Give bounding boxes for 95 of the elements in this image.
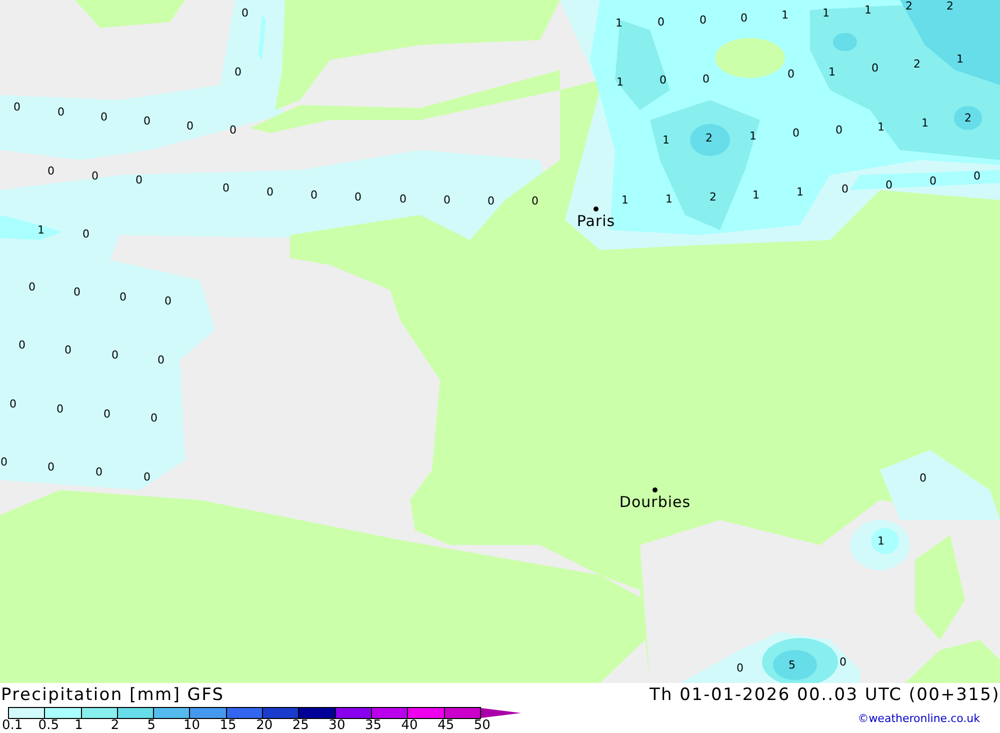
precipitation-value: 1 [782, 10, 788, 20]
precipitation-value: 0 [74, 286, 80, 298]
precipitation-value: 0 [788, 68, 794, 80]
precipitation-value: 0 [840, 656, 846, 668]
legend-label: 0.1 [2, 719, 24, 733]
precipitation-value: 1 [662, 134, 670, 146]
precipitation-value: 1 [822, 8, 830, 18]
precipitation-value: 0 [700, 14, 706, 26]
precipitation-value: 0 [144, 472, 150, 482]
precipitation-value: 0 [58, 106, 64, 118]
credit-link[interactable]: ©weatheronline.co.uk [858, 712, 980, 725]
precipitation-value: 1 [38, 224, 44, 236]
legend-label: 1 [74, 719, 84, 733]
precipitation-value: 0 [886, 180, 892, 190]
precipitation-value: 0 [974, 170, 980, 182]
precipitation-value: 0 [702, 74, 710, 84]
precipitation-value: 1 [878, 536, 884, 546]
precipitation-value: 0 [104, 408, 110, 420]
precipitation-value: 0 [532, 196, 538, 206]
precipitation-value: 0 [842, 184, 848, 194]
legend-label: 10 [183, 719, 202, 733]
precipitation-value: 0 [660, 74, 666, 86]
precipitation-value: 0 [354, 192, 362, 202]
precipitation-value: 5 [788, 660, 796, 670]
precipitation-value: 0 [82, 228, 90, 240]
precipitation-value: 0 [64, 344, 72, 356]
legend-label: 45 [438, 719, 456, 733]
legend-label: 40 [401, 719, 419, 733]
legend-label: 0.5 [38, 719, 60, 733]
precipitation-value: 0 [222, 182, 230, 194]
precipitation-value: 0 [736, 662, 744, 674]
precipitation-value: 0 [310, 190, 318, 200]
precipitation-value: 0 [92, 170, 98, 182]
legend-label: 35 [364, 719, 383, 733]
precipitation-value: 1 [796, 186, 804, 198]
precipitation-value: 0 [872, 62, 878, 74]
legend-label: 25 [292, 719, 310, 733]
precipitation-value: 0 [48, 166, 54, 176]
precipitation-value: 0 [164, 296, 172, 306]
precipitation-value: 0 [56, 404, 64, 414]
precipitation-value: 1 [616, 76, 624, 88]
precipitation-value: 0 [28, 282, 36, 292]
precipitation-value: 2 [964, 112, 972, 124]
precipitation-value: 1 [750, 130, 756, 142]
chart-title: Precipitation [mm] GFS [1, 685, 224, 705]
precipitation-value: 0 [136, 174, 142, 186]
legend-label: 20 [256, 719, 274, 733]
precipitation-value: 1 [956, 54, 964, 64]
precipitation-value: 0 [144, 116, 150, 126]
precipitation-value: 0 [444, 194, 450, 206]
precipitation-value: 1 [878, 122, 884, 132]
precipitation-value: 1 [828, 66, 836, 78]
precipitation-value: 2 [946, 0, 954, 12]
precipitation-value: 0 [14, 102, 20, 112]
precipitation-value: 0 [150, 412, 158, 424]
precipitation-value: 0 [10, 398, 16, 410]
legend-label: 30 [328, 719, 346, 733]
valid-time: Th 01-01-2026 00..03 UTC (00+315) [649, 685, 1000, 705]
precipitation-value: 0 [658, 16, 664, 28]
legend-label: 2 [110, 719, 120, 733]
precipitation-value: 0 [120, 292, 126, 302]
precipitation-value: 0 [488, 196, 494, 206]
precipitation-value: 0 [48, 462, 54, 472]
legend-label: 15 [220, 719, 238, 733]
precipitation-value: 0 [792, 128, 800, 138]
precipitation-value: 1 [622, 194, 628, 206]
precipitation-value: 2 [706, 132, 712, 144]
precipitation-value: 2 [914, 58, 920, 70]
precipitation-value: 0 [920, 472, 926, 484]
legend-label: 5 [147, 719, 156, 733]
precipitation-value: 0 [930, 176, 936, 186]
precipitation-value: 0 [158, 354, 164, 366]
precipitation-value: 0 [100, 112, 108, 122]
city-label: Paris [576, 214, 616, 229]
precipitation-value: 0 [186, 120, 194, 132]
precipitation-value: 0 [242, 8, 248, 18]
precipitation-value: 0 [112, 350, 118, 360]
precipitation-value: 0 [96, 466, 102, 478]
precipitation-value: 2 [710, 192, 716, 202]
precipitation-value: 1 [616, 18, 622, 28]
precipitation-value: 1 [864, 4, 872, 16]
precipitation-value: 0 [400, 194, 406, 204]
precipitation-value: 0 [0, 456, 8, 468]
precipitation-value: 1 [922, 118, 928, 128]
city-label: Dourbies [619, 495, 691, 510]
precipitation-value: 0 [266, 186, 274, 198]
precipitation-value: 0 [740, 12, 748, 24]
precipitation-value: 1 [752, 190, 760, 200]
precipitation-value: 0 [18, 340, 26, 350]
precipitation-value: 0 [230, 124, 236, 136]
precipitation-value: 1 [666, 194, 672, 204]
precipitation-value: 0 [234, 66, 242, 78]
precipitation-value: 2 [906, 0, 912, 12]
legend-label: 50 [474, 719, 492, 733]
precipitation-value: 0 [836, 124, 842, 136]
